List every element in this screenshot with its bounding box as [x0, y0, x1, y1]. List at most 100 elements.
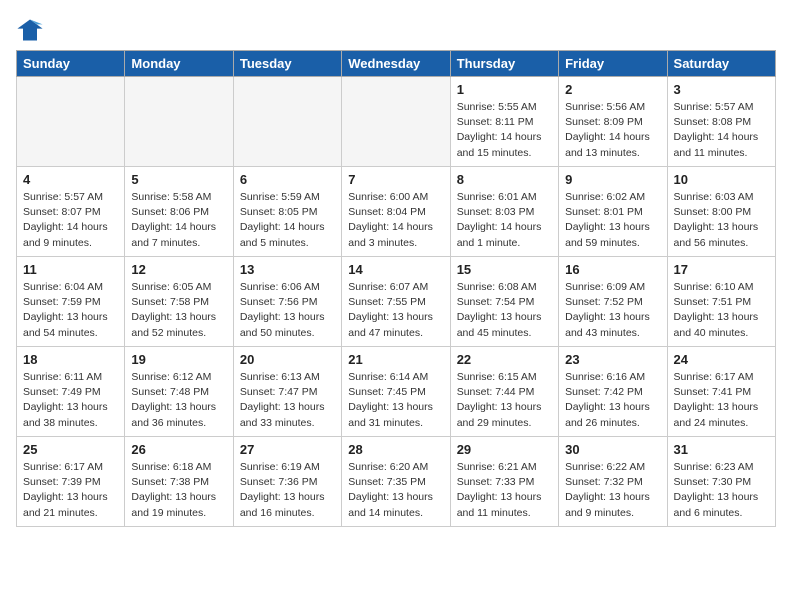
day-number: 19	[131, 352, 226, 367]
day-number: 5	[131, 172, 226, 187]
day-number: 28	[348, 442, 443, 457]
calendar-cell: 14 Sunrise: 6:07 AMSunset: 7:55 PMDayligh…	[342, 257, 450, 347]
calendar-cell: 19 Sunrise: 6:12 AMSunset: 7:48 PMDayligh…	[125, 347, 233, 437]
day-number: 14	[348, 262, 443, 277]
day-number: 25	[23, 442, 118, 457]
day-number: 23	[565, 352, 660, 367]
calendar-body: 1 Sunrise: 5:55 AMSunset: 8:11 PMDaylight…	[17, 77, 776, 527]
calendar-cell	[125, 77, 233, 167]
day-info: Sunrise: 6:09 AMSunset: 7:52 PMDaylight:…	[565, 280, 660, 341]
calendar-cell: 8 Sunrise: 6:01 AMSunset: 8:03 PMDaylight…	[450, 167, 558, 257]
day-number: 6	[240, 172, 335, 187]
calendar-cell: 17 Sunrise: 6:10 AMSunset: 7:51 PMDayligh…	[667, 257, 775, 347]
page-header	[16, 16, 776, 44]
calendar-cell: 7 Sunrise: 6:00 AMSunset: 8:04 PMDaylight…	[342, 167, 450, 257]
day-info: Sunrise: 6:10 AMSunset: 7:51 PMDaylight:…	[674, 280, 769, 341]
calendar-cell: 30Sunrise: 6:22 AMSunset: 7:32 PMDayligh…	[559, 437, 667, 527]
calendar-cell	[17, 77, 125, 167]
day-info: Sunrise: 6:17 AMSunset: 7:39 PMDaylight:…	[23, 460, 118, 521]
day-number: 15	[457, 262, 552, 277]
day-number: 31	[674, 442, 769, 457]
calendar-cell: 25 Sunrise: 6:17 AMSunset: 7:39 PMDayligh…	[17, 437, 125, 527]
calendar-cell: 28 Sunrise: 6:20 AMSunset: 7:35 PMDayligh…	[342, 437, 450, 527]
calendar-cell: 23 Sunrise: 6:16 AMSunset: 7:42 PMDayligh…	[559, 347, 667, 437]
day-number: 7	[348, 172, 443, 187]
calendar-cell: 21 Sunrise: 6:14 AMSunset: 7:45 PMDayligh…	[342, 347, 450, 437]
day-info: Sunrise: 6:22 AMSunset: 7:32 PMDaylight:…	[565, 460, 660, 521]
day-info: Sunrise: 6:01 AMSunset: 8:03 PMDaylight:…	[457, 190, 552, 251]
day-info: Sunrise: 6:12 AMSunset: 7:48 PMDaylight:…	[131, 370, 226, 431]
calendar-cell: 18 Sunrise: 6:11 AMSunset: 7:49 PMDayligh…	[17, 347, 125, 437]
calendar-week-row: 1 Sunrise: 5:55 AMSunset: 8:11 PMDaylight…	[17, 77, 776, 167]
day-info: Sunrise: 6:15 AMSunset: 7:44 PMDaylight:…	[457, 370, 552, 431]
day-info: Sunrise: 6:16 AMSunset: 7:42 PMDaylight:…	[565, 370, 660, 431]
calendar-cell	[342, 77, 450, 167]
calendar-cell: 16 Sunrise: 6:09 AMSunset: 7:52 PMDayligh…	[559, 257, 667, 347]
calendar-table: SundayMondayTuesdayWednesdayThursdayFrid…	[16, 50, 776, 527]
day-info: Sunrise: 6:14 AMSunset: 7:45 PMDaylight:…	[348, 370, 443, 431]
weekday-header: Sunday	[17, 51, 125, 77]
day-number: 13	[240, 262, 335, 277]
day-info: Sunrise: 6:19 AMSunset: 7:36 PMDaylight:…	[240, 460, 335, 521]
day-number: 11	[23, 262, 118, 277]
day-number: 27	[240, 442, 335, 457]
day-number: 21	[348, 352, 443, 367]
weekday-header: Monday	[125, 51, 233, 77]
day-info: Sunrise: 6:20 AMSunset: 7:35 PMDaylight:…	[348, 460, 443, 521]
logo-icon	[16, 16, 44, 44]
day-number: 18	[23, 352, 118, 367]
logo	[16, 16, 46, 44]
day-number: 22	[457, 352, 552, 367]
calendar-cell: 9Sunrise: 6:02 AMSunset: 8:01 PMDaylight…	[559, 167, 667, 257]
weekday-header: Friday	[559, 51, 667, 77]
day-info: Sunrise: 5:57 AMSunset: 8:07 PMDaylight:…	[23, 190, 118, 251]
calendar-cell: 26Sunrise: 6:18 AMSunset: 7:38 PMDayligh…	[125, 437, 233, 527]
day-number: 1	[457, 82, 552, 97]
day-number: 9	[565, 172, 660, 187]
day-info: Sunrise: 5:55 AMSunset: 8:11 PMDaylight:…	[457, 100, 552, 161]
day-number: 12	[131, 262, 226, 277]
day-info: Sunrise: 6:08 AMSunset: 7:54 PMDaylight:…	[457, 280, 552, 341]
day-number: 17	[674, 262, 769, 277]
day-info: Sunrise: 6:00 AMSunset: 8:04 PMDaylight:…	[348, 190, 443, 251]
calendar-cell: 29Sunrise: 6:21 AMSunset: 7:33 PMDayligh…	[450, 437, 558, 527]
day-info: Sunrise: 5:58 AMSunset: 8:06 PMDaylight:…	[131, 190, 226, 251]
day-number: 2	[565, 82, 660, 97]
day-info: Sunrise: 6:11 AMSunset: 7:49 PMDaylight:…	[23, 370, 118, 431]
day-info: Sunrise: 5:57 AMSunset: 8:08 PMDaylight:…	[674, 100, 769, 161]
calendar-cell: 31 Sunrise: 6:23 AMSunset: 7:30 PMDayligh…	[667, 437, 775, 527]
calendar-week-row: 25 Sunrise: 6:17 AMSunset: 7:39 PMDayligh…	[17, 437, 776, 527]
day-info: Sunrise: 6:05 AMSunset: 7:58 PMDaylight:…	[131, 280, 226, 341]
day-info: Sunrise: 6:07 AMSunset: 7:55 PMDaylight:…	[348, 280, 443, 341]
calendar-cell: 15 Sunrise: 6:08 AMSunset: 7:54 PMDayligh…	[450, 257, 558, 347]
weekday-header: Wednesday	[342, 51, 450, 77]
day-info: Sunrise: 6:04 AMSunset: 7:59 PMDaylight:…	[23, 280, 118, 341]
calendar-week-row: 18 Sunrise: 6:11 AMSunset: 7:49 PMDayligh…	[17, 347, 776, 437]
day-number: 16	[565, 262, 660, 277]
day-number: 20	[240, 352, 335, 367]
day-number: 8	[457, 172, 552, 187]
calendar-cell: 1 Sunrise: 5:55 AMSunset: 8:11 PMDaylight…	[450, 77, 558, 167]
calendar-cell: 12 Sunrise: 6:05 AMSunset: 7:58 PMDayligh…	[125, 257, 233, 347]
day-number: 24	[674, 352, 769, 367]
weekday-header: Thursday	[450, 51, 558, 77]
calendar-cell: 20 Sunrise: 6:13 AMSunset: 7:47 PMDayligh…	[233, 347, 341, 437]
calendar-cell: 22 Sunrise: 6:15 AMSunset: 7:44 PMDayligh…	[450, 347, 558, 437]
calendar-cell: 3Sunrise: 5:57 AMSunset: 8:08 PMDaylight…	[667, 77, 775, 167]
calendar-header-row: SundayMondayTuesdayWednesdayThursdayFrid…	[17, 51, 776, 77]
calendar-cell: 13Sunrise: 6:06 AMSunset: 7:56 PMDayligh…	[233, 257, 341, 347]
day-info: Sunrise: 6:13 AMSunset: 7:47 PMDaylight:…	[240, 370, 335, 431]
calendar-cell: 4 Sunrise: 5:57 AMSunset: 8:07 PMDaylight…	[17, 167, 125, 257]
calendar-week-row: 4 Sunrise: 5:57 AMSunset: 8:07 PMDaylight…	[17, 167, 776, 257]
calendar-cell: 5 Sunrise: 5:58 AMSunset: 8:06 PMDaylight…	[125, 167, 233, 257]
day-info: Sunrise: 6:17 AMSunset: 7:41 PMDaylight:…	[674, 370, 769, 431]
calendar-cell: 11 Sunrise: 6:04 AMSunset: 7:59 PMDayligh…	[17, 257, 125, 347]
weekday-header: Tuesday	[233, 51, 341, 77]
calendar-cell	[233, 77, 341, 167]
day-info: Sunrise: 6:21 AMSunset: 7:33 PMDaylight:…	[457, 460, 552, 521]
calendar-cell: 27 Sunrise: 6:19 AMSunset: 7:36 PMDayligh…	[233, 437, 341, 527]
day-number: 4	[23, 172, 118, 187]
day-info: Sunrise: 6:23 AMSunset: 7:30 PMDaylight:…	[674, 460, 769, 521]
calendar-cell: 10Sunrise: 6:03 AMSunset: 8:00 PMDayligh…	[667, 167, 775, 257]
day-info: Sunrise: 5:59 AMSunset: 8:05 PMDaylight:…	[240, 190, 335, 251]
